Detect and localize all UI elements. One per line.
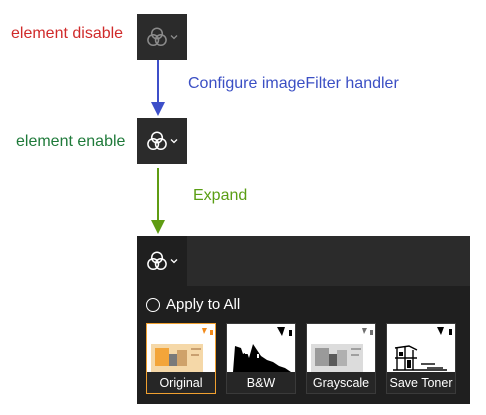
image-filter-icon	[147, 27, 167, 47]
element-enable-label: element enable	[16, 133, 126, 150]
apply-to-all-option[interactable]: Apply to All	[146, 296, 240, 313]
filter-bw[interactable]: B&W	[226, 323, 296, 394]
image-filter-panel: Apply to All Original B&W Grayscale Save…	[137, 236, 470, 404]
panel-toolbar	[137, 236, 470, 286]
filter-label: Grayscale	[307, 372, 375, 393]
image-filter-icon	[147, 251, 167, 271]
apply-to-all-label: Apply to All	[166, 296, 241, 313]
configure-handler-label: Configure imageFilter handler	[188, 75, 399, 92]
filter-original[interactable]: Original	[146, 323, 216, 394]
image-filter-button-disabled	[137, 14, 187, 60]
bw-preview-image	[227, 324, 295, 374]
grayscale-preview-image	[307, 324, 375, 374]
image-filter-button-expanded[interactable]	[137, 236, 187, 286]
filter-grayscale[interactable]: Grayscale	[306, 323, 376, 394]
original-preview-image	[147, 324, 215, 374]
chevron-down-icon	[170, 35, 178, 40]
chevron-down-icon	[170, 259, 178, 264]
expand-label: Expand	[193, 187, 248, 204]
element-disable-label: element disable	[11, 25, 124, 42]
image-filter-icon	[147, 131, 167, 151]
apply-to-all-radio[interactable]	[146, 297, 160, 312]
save-toner-preview-image	[387, 324, 455, 374]
filter-label: Save Toner	[387, 372, 455, 393]
filter-label: B&W	[227, 372, 295, 393]
arrow-down-icon	[151, 168, 165, 234]
filter-label: Original	[147, 372, 215, 393]
image-filter-button[interactable]	[137, 118, 187, 164]
chevron-down-icon	[170, 139, 178, 144]
arrow-down-icon	[151, 60, 165, 116]
filter-save-toner[interactable]: Save Toner	[386, 323, 456, 394]
